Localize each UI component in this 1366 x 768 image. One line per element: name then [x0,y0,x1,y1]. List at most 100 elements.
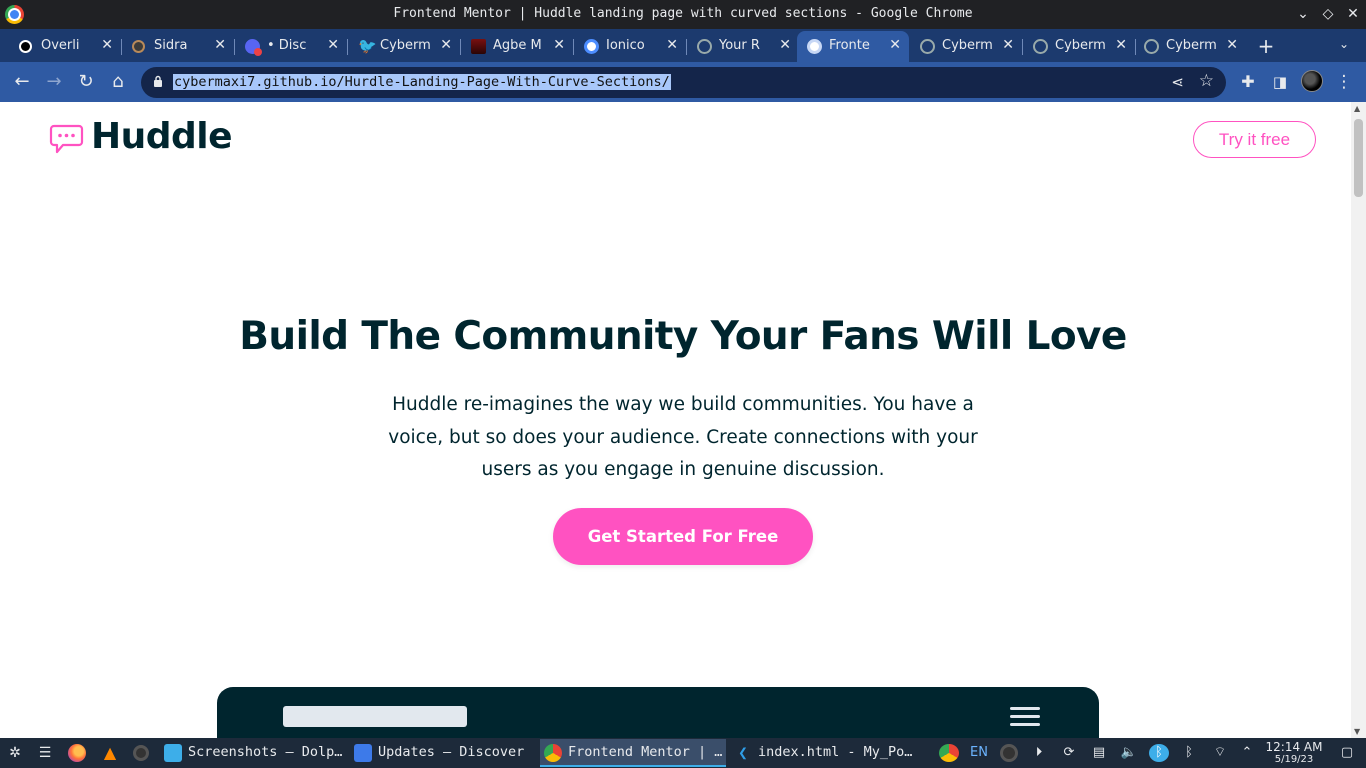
github-icon [920,39,935,54]
wifi-icon[interactable]: ⌔ [1210,744,1230,762]
tab-label: • Disc [267,38,307,53]
hero-line: Huddle re-imagines the way we build comm… [392,394,974,415]
task-label: Updates — Discover [378,744,525,760]
tab-8[interactable]: Cyberm ✕ [910,31,1023,62]
profile-avatar[interactable] [1301,70,1323,92]
chat-bubble-icon [49,124,84,154]
new-tab-button[interactable]: + [1255,35,1277,57]
show-desktop-icon[interactable]: ▢ [1338,744,1356,762]
tab-9[interactable]: Cyberm ✕ [1023,31,1136,62]
close-tab-icon[interactable]: ✕ [779,37,791,53]
tab-4[interactable]: Agbe M ✕ [461,31,574,62]
close-tab-icon[interactable]: ✕ [1226,37,1238,53]
close-tab-icon[interactable]: ✕ [666,37,678,53]
firefox-icon[interactable] [68,744,86,762]
get-started-button[interactable]: Get Started For Free [553,508,813,565]
tab-label: Overli [41,38,80,53]
obs-icon[interactable] [133,745,149,761]
volume-icon[interactable]: 🔈 [1120,744,1138,762]
tab-6[interactable]: Your R ✕ [687,31,799,62]
side-panel-icon[interactable]: ◨ [1268,70,1292,94]
back-arrow-icon[interactable]: ← [10,70,34,94]
address-bar[interactable]: cybermaxi7.github.io/Hurdle-Landing-Page… [141,67,1226,98]
github-icon [1033,39,1048,54]
anime-icon [471,39,486,54]
window-switcher-icon[interactable]: ☰ [36,744,54,762]
tab-label: Sidra [154,38,188,53]
browser-toolbar: ← → ↻ ⌂ cybermaxi7.github.io/Hurdle-Land… [0,62,1366,102]
github-icon [1144,39,1159,54]
hero-description: Huddle re-imagines the way we build comm… [383,389,983,487]
discover-icon [354,744,372,762]
scroll-up-arrow-icon[interactable]: ▲ [1354,104,1360,113]
tab-label: Cyberm [1166,38,1217,53]
tab-label: Fronte [829,38,870,53]
scroll-down-arrow-icon[interactable]: ▼ [1354,727,1360,736]
system-clock[interactable]: 12:14 AM 5/19/23 [1262,740,1326,766]
url-text[interactable]: cybermaxi7.github.io/Hurdle-Landing-Page… [173,74,671,90]
tab-label: Your R [719,38,760,53]
tab-strip: Overli ✕ Sidra ✕ • Disc ✕ 🐦 Cyberm ✕ Agb… [0,29,1366,62]
close-tab-icon[interactable]: ✕ [1115,37,1127,53]
tab-2[interactable]: • Disc ✕ [235,31,348,62]
task-label: Frontend Mentor | … [568,744,723,760]
share-icon[interactable]: ⋖ [1171,73,1184,91]
mockup-search-bar [283,706,467,727]
tab-7-active[interactable]: Fronte ✕ [797,31,909,62]
clock-time: 12:14 AM [1265,740,1323,754]
obs-tray-icon[interactable] [1000,744,1018,762]
task-label: Screenshots — Dolp… [188,744,343,760]
close-tab-icon[interactable]: ✕ [1002,37,1014,53]
try-it-free-button[interactable]: Try it free [1193,121,1316,158]
window-titlebar: Frontend Mentor | Huddle landing page wi… [0,0,1366,29]
close-tab-icon[interactable]: ✕ [327,37,339,53]
close-tab-icon[interactable]: ✕ [440,37,452,53]
forward-arrow-icon[interactable]: → [42,70,66,94]
task-discover[interactable]: Updates — Discover [350,739,536,767]
ionicons-icon [584,39,599,54]
task-label: index.html - My_Po… [758,744,913,760]
keyboard-layout-indicator[interactable]: EN [967,744,991,762]
close-tab-icon[interactable]: ✕ [214,37,226,53]
media-play-icon[interactable]: ⏵ [1030,744,1048,762]
scrollbar-thumb[interactable] [1354,119,1363,197]
page-scrollbar[interactable]: ▲ ▼ [1351,102,1366,738]
extensions-puzzle-icon[interactable]: ✚ [1236,70,1260,94]
github-icon [697,39,712,54]
close-tab-icon[interactable]: ✕ [553,37,565,53]
frontend-mentor-icon [807,39,822,54]
tab-5[interactable]: Ionico ✕ [574,31,687,62]
notification-dot [254,48,262,56]
reload-icon[interactable]: ↻ [74,70,98,94]
task-dolphin[interactable]: Screenshots — Dolp… [160,739,346,767]
menu-kebab-icon[interactable]: ⋮ [1332,70,1356,94]
app-launcher-icon[interactable]: ✲ [6,744,24,762]
gear-icon [132,40,145,53]
bookmark-star-icon[interactable]: ☆ [1199,71,1214,91]
close-tab-icon[interactable]: ✕ [889,37,901,53]
tab-3[interactable]: 🐦 Cyberm ✕ [348,31,461,62]
updates-icon[interactable]: ⟳ [1060,744,1078,762]
tab-1[interactable]: Sidra ✕ [122,31,235,62]
minimize-button[interactable]: ⌄ [1293,4,1313,24]
tray-expand-chevron-icon[interactable]: ⌃ [1238,744,1256,762]
hero-line: users as you engage in genuine discussio… [481,459,885,480]
clipboard-icon[interactable]: ▤ [1090,744,1108,762]
folder-icon [164,744,182,762]
hero-line: voice, but so does your audience. Create… [388,426,978,448]
maximize-button[interactable]: ◇ [1318,4,1338,24]
tab-10[interactable]: Cyberm ✕ [1134,31,1246,62]
close-window-button[interactable]: ✕ [1343,4,1363,24]
vlc-icon[interactable]: ▲ [101,744,119,762]
task-chrome[interactable]: Frontend Mentor | … [540,739,726,767]
threads-icon [19,40,32,53]
close-tab-icon[interactable]: ✕ [101,37,113,53]
task-vscode[interactable]: ❮ index.html - My_Po… [730,739,916,767]
vscode-icon: ❮ [738,743,748,762]
bluetooth-icon[interactable]: ᛒ [1180,744,1198,762]
home-icon[interactable]: ⌂ [106,70,130,94]
tab-search-chevron-icon[interactable]: ⌄ [1334,37,1354,57]
bluetooth-active-icon[interactable]: ᛒ [1149,744,1169,762]
chrome-tray-icon[interactable] [939,744,959,762]
tab-0[interactable]: Overli ✕ [9,31,122,62]
